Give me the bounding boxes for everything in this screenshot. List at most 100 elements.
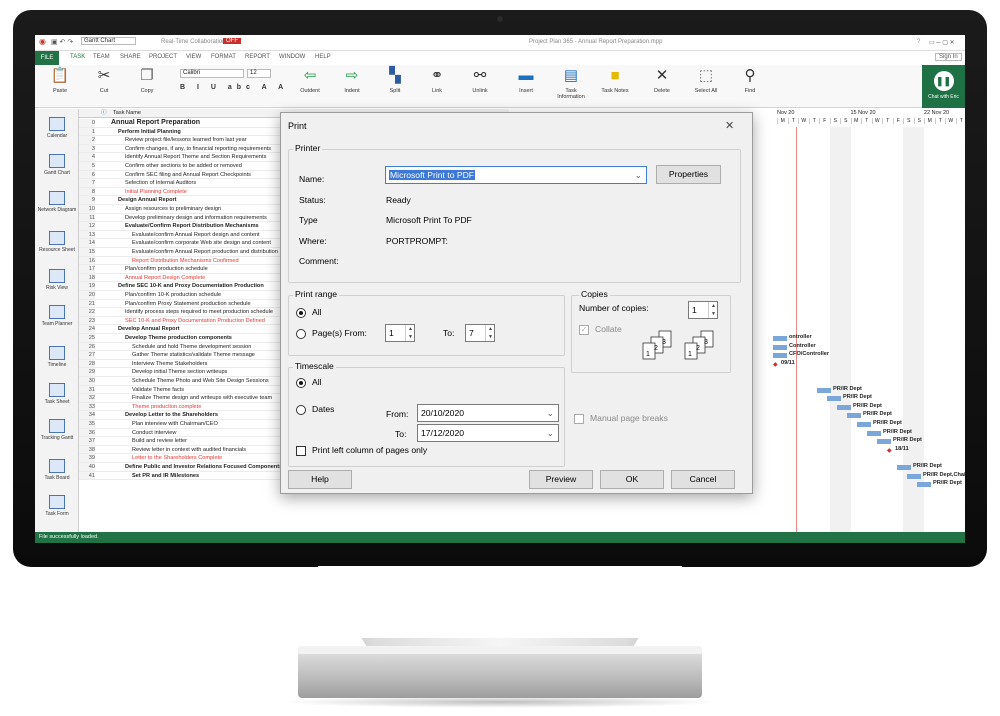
view-timeline[interactable]: Timeline [37,346,77,368]
view-label: Task Form [45,511,69,517]
tab-team[interactable]: TEAM [93,54,110,60]
task-bar[interactable] [773,336,787,341]
collab-toggle[interactable]: OFF [223,38,241,44]
view-selector[interactable]: Gantt Chart [81,37,137,45]
task-info-button[interactable]: ▤ Task Information [554,67,588,100]
ok-button[interactable]: OK [600,470,664,489]
page-from-spinner[interactable]: ▲ ▼ [405,325,415,341]
insert-button[interactable]: ▬ Insert [511,67,541,94]
row-number: 41 [79,471,95,480]
paste-button[interactable]: 📋 Paste [47,67,73,94]
task-bar[interactable] [773,353,787,359]
milestone-marker[interactable]: ◆ [773,361,778,368]
font-size-box[interactable]: 12 [247,69,271,78]
paste-label: Paste [52,88,68,94]
close-icon[interactable]: ✕ [725,119,734,132]
tab-report[interactable]: REPORT [245,54,270,60]
task-name-header: Task Name [113,110,141,116]
task-bar[interactable] [877,439,891,445]
date-from-value: 20/10/2020 [421,408,465,418]
cancel-button[interactable]: Cancel [671,470,735,489]
window-controls[interactable]: ▭ ─ ▢ ✕ [929,39,955,46]
find-button[interactable]: ⚲ Find [735,67,765,94]
link-button[interactable]: ⚭ Link [422,67,452,94]
dialog-title: Print [288,121,307,131]
font-name-box[interactable]: Calibri [180,69,244,78]
gantt-week-label: 22 Nov 20 [924,110,950,116]
timescale-dates-radio[interactable] [296,405,306,415]
task-bar[interactable] [897,465,911,470]
task-notes-button[interactable]: ■ Task Notes [598,67,632,94]
view-risk[interactable]: Risk View [37,269,77,291]
task-bar[interactable] [907,473,921,479]
view-network-diagram[interactable]: Network Diagram [37,191,77,213]
copies-spinner[interactable]: ▲ ▼ [708,302,718,318]
tab-share[interactable]: SHARE [120,54,141,60]
delete-button[interactable]: ✕ Delete [647,67,677,94]
unlink-button[interactable]: ⚯ Unlink [465,67,495,94]
range-pages-radio[interactable] [296,329,306,339]
task-bar[interactable] [817,387,831,393]
task-bar[interactable] [917,482,931,488]
stand-cutout [317,566,683,638]
collate-checkbox[interactable]: ✓ [579,325,589,335]
printer-name-select[interactable]: Microsoft Print to PDF ⌄ [385,166,647,184]
range-all-radio[interactable] [296,308,306,318]
task-bar[interactable] [827,396,841,402]
view-calendar[interactable]: Calendar [37,117,77,139]
sign-in-button[interactable]: Sign In [935,53,962,61]
task-bar-label: PR/IR Dept [913,463,942,469]
manual-breaks-checkbox[interactable] [574,414,584,424]
properties-button[interactable]: Properties [656,165,721,184]
chat-button[interactable]: ❚❚ Chat with Eric [922,65,965,108]
print-range-label: Print range [293,289,340,299]
task-bar[interactable] [847,413,861,419]
help-dialog-button[interactable]: Help [288,470,352,489]
tab-format[interactable]: FORMAT [211,54,236,60]
split-button[interactable]: ▚ Split [380,67,410,94]
select-all-button[interactable]: ⬚ Select All [689,67,723,94]
outdent-button[interactable]: ⇦ Outdent [295,67,325,94]
view-task-board[interactable]: Task Board [37,459,77,481]
tab-view[interactable]: VIEW [186,54,201,60]
timescale-all-label: All [312,377,322,387]
task-bar-label: PR/IR Dept [883,428,912,435]
row-number: 36 [79,428,95,437]
view-gantt-chart[interactable]: Gantt Chart [37,154,77,176]
view-task-form[interactable]: Task Form [37,495,77,517]
tab-file[interactable]: FILE [35,51,59,65]
left-column-checkbox[interactable] [296,446,306,456]
tab-project[interactable]: PROJECT [149,54,177,60]
row-number: 22 [79,308,95,316]
timescale-all-radio[interactable] [296,378,306,388]
copy-button[interactable]: ❐ Copy [134,67,160,94]
task-bar[interactable] [857,422,871,427]
cut-button[interactable]: ✂ Cut [91,67,117,94]
preview-button[interactable]: Preview [529,470,593,489]
view-resource-sheet[interactable]: Resource Sheet [37,231,77,253]
task-bar-label: PR/IR Dept [873,420,902,426]
view-tracking-gantt[interactable]: Tracking Gantt [37,419,77,441]
tab-task[interactable]: TASK [70,54,85,60]
help-button[interactable]: ? [917,39,920,45]
task-bar[interactable] [837,404,851,410]
task-bar-label: PR/IR Dept [853,402,882,409]
row-number: 34 [79,411,95,420]
tab-window[interactable]: WINDOW [279,54,305,60]
date-to-input[interactable]: 17/12/2020 ⌄ [417,424,559,442]
page-to-spinner[interactable]: ▲ ▼ [485,325,495,341]
chat-label: Chat with Eric [928,94,959,100]
view-task-sheet[interactable]: Task Sheet [37,383,77,405]
indent-button[interactable]: ⇨ Indent [337,67,367,94]
date-from-input[interactable]: 20/10/2020 ⌄ [417,404,559,422]
row-number: 33 [79,402,95,411]
view-label: Network Diagram [37,207,77,213]
team-planner-icon [49,305,65,319]
milestone-marker[interactable]: ◆ [887,447,892,454]
quick-access-icons[interactable]: ▣ ↶ ↷ [51,38,73,46]
task-bar[interactable] [867,430,881,436]
tab-help[interactable]: HELP [315,54,331,60]
task-bar[interactable] [773,344,787,350]
view-team-planner[interactable]: Team Planner [37,305,77,327]
font-format-buttons[interactable]: B I U abc A A [180,84,288,91]
